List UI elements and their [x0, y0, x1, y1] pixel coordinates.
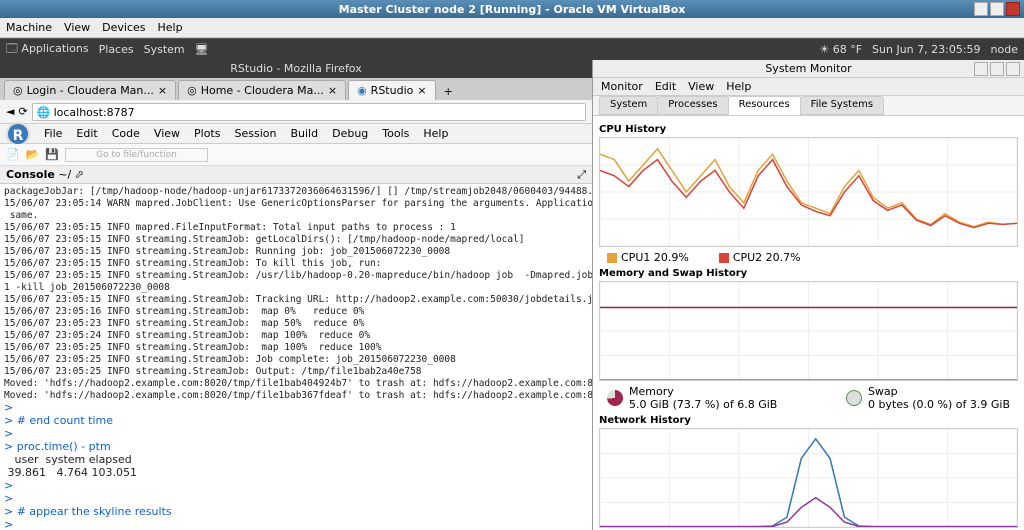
tab-close-icon[interactable]: × [158, 84, 167, 97]
vbox-menu-devices[interactable]: Devices [102, 21, 145, 34]
vbox-titlebar: Master Cluster node 2 [Running] - Oracle… [0, 0, 1024, 18]
menu-monitor[interactable]: Monitor [601, 80, 643, 93]
back-button[interactable]: ◄ [6, 105, 14, 118]
cpu-legend: CPU1 20.9% CPU2 20.7% [599, 249, 1018, 266]
system-monitor-window: System Monitor Monitor Edit View Help Sy… [593, 60, 1024, 530]
new-file-icon[interactable]: 📄 [6, 148, 20, 161]
tab-resources[interactable]: Resources [728, 96, 801, 115]
net-history-title: Network History [599, 415, 1018, 426]
firefox-window: RStudio - Mozilla Firefox ◎Login - Cloud… [0, 60, 593, 530]
favicon-icon: ◉ [357, 84, 367, 97]
menu-view[interactable]: View [688, 80, 714, 93]
user-menu[interactable]: node [991, 43, 1018, 56]
browser-tab[interactable]: ◎Login - Cloudera Man...× [4, 80, 176, 100]
favicon-icon: ◎ [13, 84, 23, 97]
tab-filesystems[interactable]: File Systems [800, 96, 884, 115]
new-tab-button[interactable]: + [438, 83, 459, 100]
menu-edit[interactable]: Edit [76, 127, 97, 140]
gnome-top-panel: 🗔 Applications Places System 🖥 ☀ 68 °F S… [0, 38, 1024, 60]
favicon-icon: ◎ [187, 84, 197, 97]
sysmon-menubar: Monitor Edit View Help [593, 78, 1024, 96]
vbox-menubar: Machine View Devices Help [0, 18, 1024, 38]
menu-tools[interactable]: Tools [382, 127, 409, 140]
swap-pie-icon [846, 390, 862, 406]
menu-help[interactable]: Help [726, 80, 751, 93]
applications-menu[interactable]: 🗔 Applications [6, 40, 89, 59]
tab-close-icon[interactable]: × [417, 84, 426, 97]
menu-session[interactable]: Session [234, 127, 276, 140]
menu-edit[interactable]: Edit [655, 80, 676, 93]
goto-function-input[interactable]: Go to file/function [65, 148, 208, 162]
vbox-menu-view[interactable]: View [64, 21, 90, 34]
rstudio-menubar: R File Edit Code View Plots Session Buil… [0, 124, 592, 144]
sysmon-titlebar: System Monitor [593, 60, 1024, 78]
console-expand-icon[interactable]: ⤢ [577, 166, 586, 183]
menu-help[interactable]: Help [423, 127, 448, 140]
launcher-icon[interactable]: 🖥 [195, 43, 209, 56]
rstudio-toolbar: 📄 📂 💾 Go to file/function [0, 144, 592, 166]
menu-plots[interactable]: Plots [194, 127, 220, 140]
system-menu[interactable]: System [144, 43, 185, 56]
memory-pie-icon [607, 390, 623, 406]
minimize-button[interactable] [974, 62, 988, 76]
vbox-menu-machine[interactable]: Machine [6, 21, 52, 34]
cpu-chart [599, 137, 1018, 247]
mem-history-title: Memory and Swap History [599, 268, 1018, 279]
tab-system[interactable]: System [599, 96, 658, 115]
sysmon-tabs: System Processes Resources File Systems [593, 96, 1024, 116]
globe-icon: 🌐 [37, 106, 51, 119]
save-icon[interactable]: 💾 [45, 148, 59, 161]
clock[interactable]: Sun Jun 7, 23:05:59 [872, 43, 981, 56]
browser-tab[interactable]: ◎Home - Cloudera Ma...× [178, 80, 346, 100]
menu-file[interactable]: File [44, 127, 62, 140]
open-icon[interactable]: 📂 [26, 148, 40, 161]
vbox-menu-help[interactable]: Help [158, 21, 183, 34]
browser-tab[interactable]: ◉RStudio× [348, 80, 436, 100]
maximize-button[interactable] [990, 62, 1004, 76]
console-header: Console ~/ ⬀ ⤢ [0, 166, 592, 184]
r-console[interactable]: packageJobJar: [/tmp/hadoop-node/hadoop-… [0, 184, 592, 530]
cpu1-swatch-icon [607, 253, 617, 263]
url-bar[interactable]: 🌐 localhost:8787 [32, 103, 586, 121]
cpu-history-title: CPU History [599, 124, 1018, 135]
menu-view[interactable]: View [154, 127, 180, 140]
mem-chart [599, 281, 1018, 381]
rstudio-logo-icon: R [6, 122, 30, 146]
tab-processes[interactable]: Processes [657, 96, 728, 115]
cpu2-swatch-icon [719, 253, 729, 263]
firefox-tabstrip: ◎Login - Cloudera Man...× ◎Home - Cloude… [0, 78, 592, 100]
mem-legend: Memory5.0 GiB (73.7 %) of 6.8 GiB Swap0 … [599, 383, 1018, 413]
reload-button[interactable]: ⟳ [18, 105, 27, 118]
weather-indicator[interactable]: ☀ 68 °F [819, 43, 862, 56]
menu-build[interactable]: Build [290, 127, 318, 140]
vbox-title: Master Cluster node 2 [Running] - Oracle… [0, 3, 1024, 16]
close-button[interactable] [1006, 62, 1020, 76]
resources-panel: CPU History CPU1 20.9% CPU2 20.7% Memory… [593, 116, 1024, 530]
firefox-titlebar: RStudio - Mozilla Firefox [0, 60, 592, 78]
firefox-navbar: ◄ ⟳ 🌐 localhost:8787 [0, 100, 592, 124]
menu-code[interactable]: Code [112, 127, 140, 140]
net-chart [599, 428, 1018, 528]
places-menu[interactable]: Places [99, 43, 134, 56]
tab-close-icon[interactable]: × [328, 84, 337, 97]
menu-debug[interactable]: Debug [332, 127, 368, 140]
